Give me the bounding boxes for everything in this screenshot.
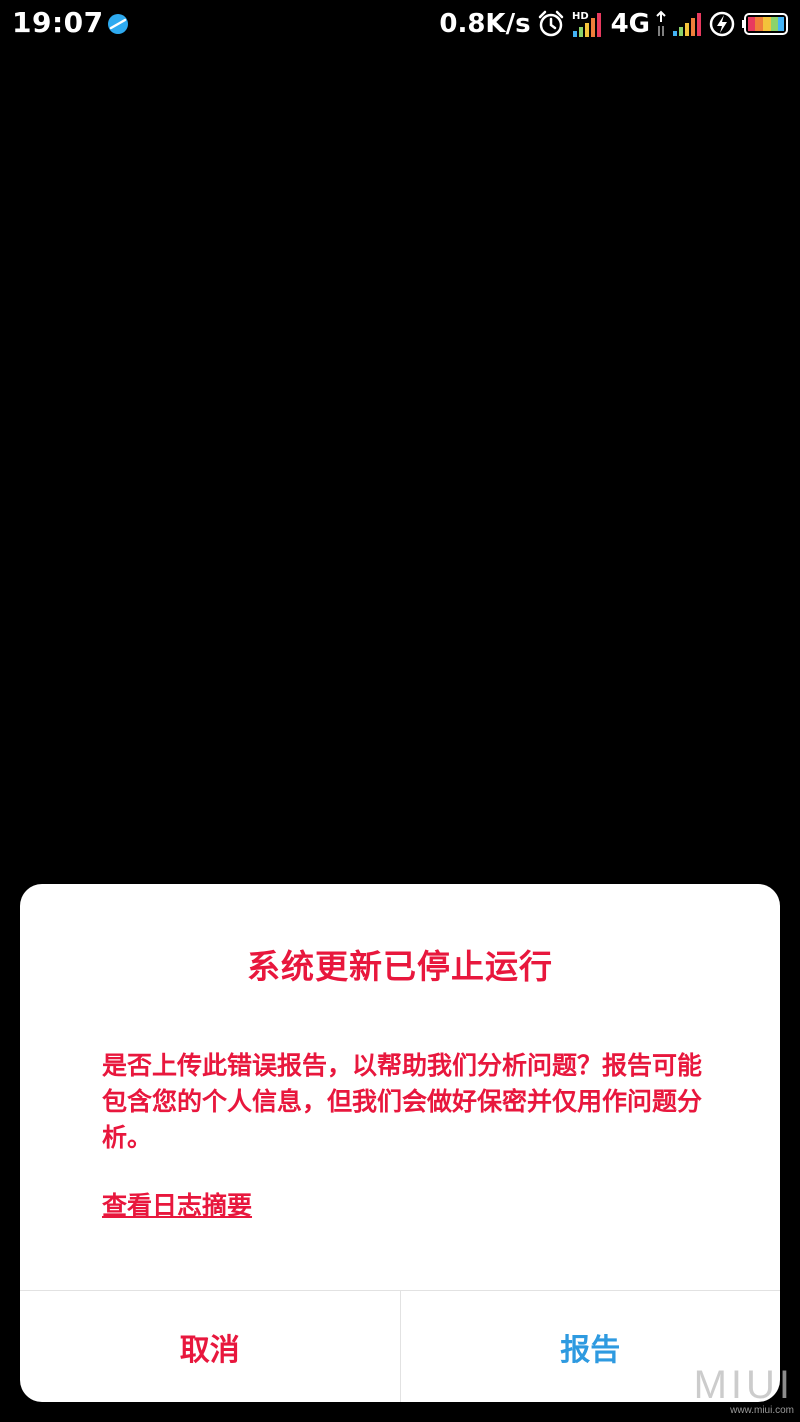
view-log-summary-link[interactable]: 查看日志摘要 [102,1186,252,1222]
cancel-button[interactable]: 取消 [20,1291,401,1402]
miui-watermark: MIUI www.miui.com [694,1365,794,1416]
miui-logo: MIUI [693,1363,794,1407]
network-type: 4G [610,9,650,39]
app-notification-icon [108,14,128,34]
dialog-message: 是否上传此错误报告，以帮助我们分析问题？报告可能包含您的个人信息，但我们会做好保… [102,1051,703,1152]
status-time: 19:07 [12,6,104,39]
status-indicators: 0.8K/s HD 4G [439,4,790,44]
dialog-title: 系统更新已停止运行 [247,947,553,986]
battery-icon [742,13,788,35]
crash-report-dialog: 系统更新已停止运行 是否上传此错误报告，以帮助我们分析问题？报告可能包含您的个人… [20,884,780,1402]
signal-strength-icon [673,13,701,36]
hd-signal-icon: HD [572,11,601,37]
data-transfer-icon [656,10,666,36]
dialog-button-row: 取消 报告 [20,1290,780,1402]
status-bar: 19:07 0.8K/s HD 4G [0,0,800,48]
alarm-clock-icon [538,10,563,37]
charging-icon [709,11,735,37]
network-speed: 0.8K/s [439,9,531,39]
hd-label: HD [572,11,589,22]
